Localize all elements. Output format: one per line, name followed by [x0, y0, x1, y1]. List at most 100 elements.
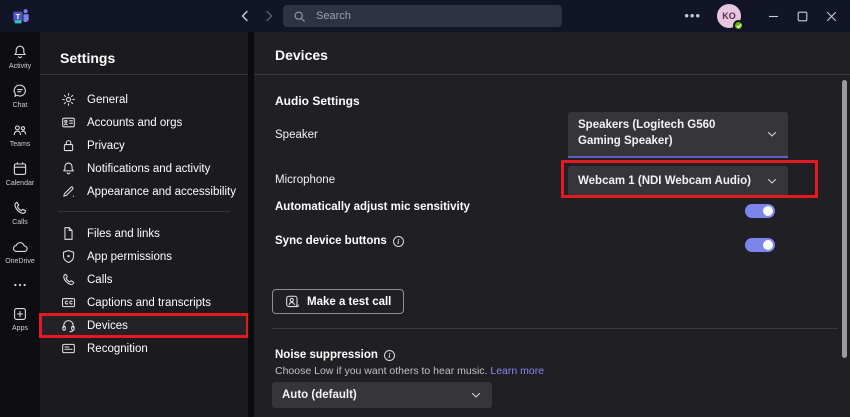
page-title: Devices	[275, 47, 328, 63]
sidebar-item-label: Privacy	[87, 140, 125, 152]
search-input[interactable]	[314, 9, 552, 23]
audio-settings-heading: Audio Settings	[275, 94, 360, 108]
avatar[interactable]: KO	[717, 4, 741, 28]
rail-label: Chat	[13, 102, 28, 109]
sync-device-buttons-label: Sync device buttons i	[275, 235, 404, 247]
sidebar-title: Settings	[40, 32, 248, 68]
noise-suppression-value: Auto (default)	[282, 389, 357, 401]
pen-icon	[61, 184, 76, 199]
more-options-icon[interactable]: •••	[684, 11, 701, 21]
card-icon	[61, 341, 76, 356]
noise-suppression-heading: Noise suppression i	[275, 349, 395, 361]
people-icon	[12, 122, 28, 138]
noise-suppression-dropdown[interactable]: Auto (default)	[272, 382, 492, 408]
sidebar-item-label: Appearance and accessibility	[87, 186, 236, 198]
sidebar-item-label: Captions and transcripts	[87, 297, 211, 309]
search-box[interactable]	[283, 5, 562, 27]
rail-label: OneDrive	[5, 258, 35, 265]
sidebar-item-label: Devices	[87, 320, 128, 332]
microphone-dropdown[interactable]: Webcam 1 (NDI Webcam Audio)	[568, 166, 788, 196]
shield-icon	[61, 249, 76, 264]
mic-sensitivity-toggle[interactable]	[745, 204, 775, 218]
svg-text:T: T	[16, 12, 21, 21]
test-call-icon	[285, 294, 300, 309]
make-test-call-button[interactable]: Make a test call	[272, 289, 404, 314]
minimize-button[interactable]	[759, 0, 788, 32]
noise-suppression-description: Choose Low if you want others to hear mu…	[275, 365, 544, 377]
sidebar-item-privacy[interactable]: Privacy	[40, 134, 248, 157]
rail-label: Calls	[12, 219, 28, 226]
sidebar-item-label: General	[87, 94, 128, 106]
presence-available-icon	[733, 20, 744, 31]
apps-icon	[12, 306, 28, 322]
chevron-down-icon	[766, 175, 778, 187]
chat-icon	[12, 83, 28, 99]
close-button[interactable]	[817, 0, 846, 32]
rail-item-chat[interactable]: Chat	[0, 83, 40, 109]
divider	[58, 211, 230, 212]
sidebar-item-label: Files and links	[87, 228, 160, 240]
info-icon[interactable]: i	[384, 350, 395, 361]
microphone-label: Microphone	[275, 174, 335, 186]
sidebar-item-recognition[interactable]: Recognition	[40, 337, 248, 360]
speaker-dropdown[interactable]: Speakers (Logitech G560 Gaming Speaker)	[568, 112, 788, 158]
sidebar-item-label: Accounts and orgs	[87, 117, 182, 129]
rail-item-calls[interactable]: Calls	[0, 200, 40, 226]
cc-icon	[61, 295, 76, 310]
test-call-button-label: Make a test call	[307, 296, 391, 308]
devices-settings-panel: Devices Audio Settings Speaker Speakers …	[254, 32, 850, 417]
id-card-icon	[61, 115, 76, 130]
divider	[40, 74, 248, 75]
bell-icon	[12, 44, 28, 60]
chevron-down-icon	[470, 389, 482, 401]
sidebar-item-captions[interactable]: Captions and transcripts	[40, 291, 248, 314]
rail-item-onedrive[interactable]: OneDrive	[0, 239, 40, 265]
speaker-dropdown-value: Speakers (Logitech G560 Gaming Speaker)	[578, 118, 758, 149]
maximize-button[interactable]	[788, 0, 817, 32]
sidebar-item-notifications[interactable]: Notifications and activity	[40, 157, 248, 180]
sidebar-item-appearance[interactable]: Appearance and accessibility	[40, 180, 248, 203]
app-rail: Activity Chat Teams Calendar Calls OneDr…	[0, 32, 40, 417]
microphone-dropdown-value: Webcam 1 (NDI Webcam Audio)	[578, 175, 751, 187]
divider	[272, 328, 838, 329]
speaker-label: Speaker	[275, 129, 318, 141]
sidebar-item-general[interactable]: General	[40, 88, 248, 111]
phone-icon	[61, 272, 76, 287]
teams-logo-icon: T	[11, 6, 31, 26]
rail-item-teams[interactable]: Teams	[0, 122, 40, 148]
chevron-down-icon	[766, 128, 778, 140]
sync-device-buttons-toggle[interactable]	[745, 238, 775, 252]
search-icon	[293, 10, 306, 23]
sidebar-item-accounts[interactable]: Accounts and orgs	[40, 111, 248, 134]
phone-icon	[12, 200, 28, 216]
back-chevron-icon[interactable]	[238, 9, 252, 23]
settings-sidebar: Settings General Accounts and orgs Priva…	[40, 32, 248, 417]
gear-icon	[61, 92, 76, 107]
rail-item-activity[interactable]: Activity	[0, 44, 40, 70]
rail-label: Teams	[10, 141, 31, 148]
rail-label: Calendar	[6, 180, 34, 187]
file-icon	[61, 226, 76, 241]
rail-item-apps[interactable]: Apps	[0, 306, 40, 332]
sidebar-item-label: App permissions	[87, 251, 172, 263]
info-icon[interactable]: i	[393, 236, 404, 247]
sidebar-item-label: Recognition	[87, 343, 148, 355]
headset-icon	[61, 318, 76, 333]
vertical-scrollbar[interactable]	[842, 80, 847, 358]
sidebar-item-files[interactable]: Files and links	[40, 222, 248, 245]
sidebar-item-devices[interactable]: Devices	[40, 314, 248, 337]
avatar-initials: KO	[722, 11, 736, 21]
rail-label: Apps	[12, 325, 28, 332]
rail-more-icon[interactable]	[13, 280, 27, 290]
rail-label: Activity	[9, 63, 31, 70]
forward-chevron-icon[interactable]	[262, 9, 276, 23]
mic-sensitivity-label: Automatically adjust mic sensitivity	[275, 201, 470, 213]
sidebar-item-calls[interactable]: Calls	[40, 268, 248, 291]
sidebar-item-app-permissions[interactable]: App permissions	[40, 245, 248, 268]
divider	[254, 74, 850, 75]
rail-item-calendar[interactable]: Calendar	[0, 161, 40, 187]
cloud-icon	[12, 239, 28, 255]
calendar-icon	[12, 161, 28, 177]
learn-more-link[interactable]: Learn more	[490, 365, 544, 377]
title-bar: T ••• KO	[0, 0, 850, 32]
